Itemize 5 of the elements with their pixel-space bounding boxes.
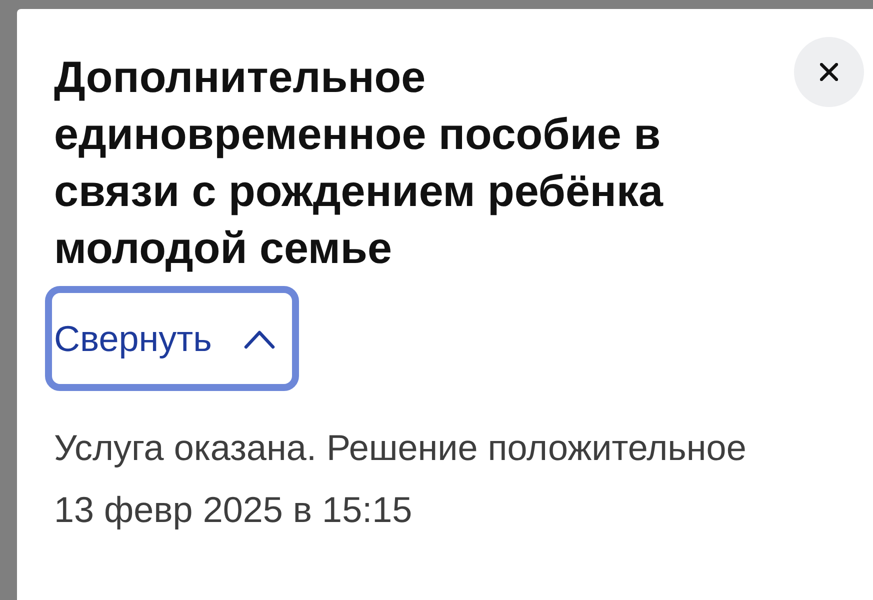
dialog-title: Дополнительное единовременное пособие в связи с рождением ребёнка молодой семье (54, 52, 664, 275)
close-icon (820, 63, 838, 81)
date-text: 13 февр 2025 в 15:15 (54, 488, 414, 532)
collapse-button[interactable]: Свернуть (45, 286, 299, 391)
status-text: Услуга оказана. Решение положительное (54, 426, 748, 470)
